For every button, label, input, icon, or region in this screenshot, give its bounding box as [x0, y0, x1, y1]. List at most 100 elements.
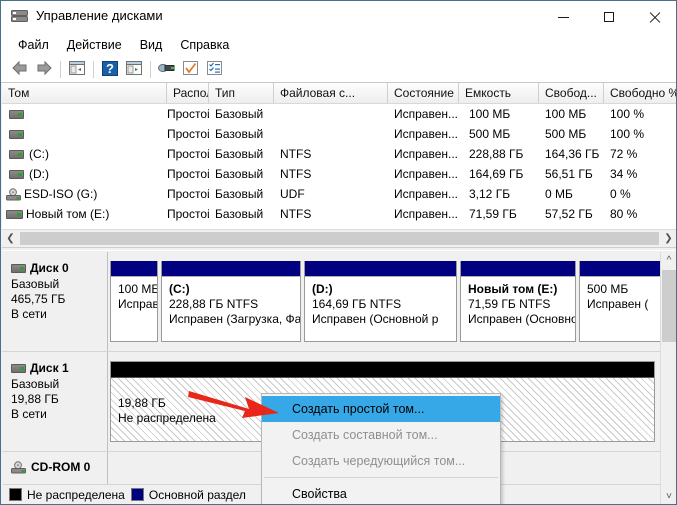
table-row[interactable]: Простой Базовый Исправен... 100 МБ 100 М…: [2, 104, 676, 124]
disk-info-1[interactable]: Диск 1 Базовый 19,88 ГБ В сети: [2, 352, 108, 451]
scroll-right-arrow-icon[interactable]: ❯: [660, 230, 676, 247]
question-mark-icon: ?: [102, 60, 118, 79]
disk-management-icon: [11, 9, 28, 24]
minimize-button[interactable]: [541, 1, 586, 33]
partition-0-3[interactable]: Новый том (E:) 71,59 ГБ NTFS Исправен (О…: [460, 261, 576, 342]
column-header-status[interactable]: Состояние: [388, 83, 459, 103]
disk-info-0[interactable]: Диск 0 Базовый 465,75 ГБ В сети: [2, 252, 108, 351]
partition-text: (D:) 164,69 ГБ NTFS Исправен (Основной р: [305, 277, 456, 327]
table-row[interactable]: (D:) Простой Базовый NTFS Исправен... 16…: [2, 164, 676, 184]
drive-icon: [9, 129, 24, 139]
cd-drive-icon: [6, 188, 22, 201]
volume-list-horizontal-scrollbar[interactable]: ❮ ❯: [2, 229, 676, 247]
disk-state-0: В сети: [11, 307, 47, 321]
partition-0-2[interactable]: (D:) 164,69 ГБ NTFS Исправен (Основной р: [304, 261, 457, 342]
partition-0-0[interactable]: 100 МБ Исправе: [110, 261, 158, 342]
show-hide-console-tree-button[interactable]: [65, 59, 89, 81]
table-row[interactable]: Простой Базовый Исправен... 500 МБ 500 М…: [2, 124, 676, 144]
scroll-down-arrow-icon[interactable]: ˅: [661, 488, 676, 504]
properties-button[interactable]: [203, 59, 227, 81]
cell-capacity: 3,12 ГБ: [469, 187, 511, 201]
table-row[interactable]: Новый том (E:) Простой Базовый NTFS Испр…: [2, 204, 676, 224]
partition-status: Исправен (: [587, 297, 649, 311]
cell-type: Базовый: [215, 127, 264, 141]
partition-text: (C:) 228,88 ГБ NTFS Исправен (Загрузка, …: [162, 277, 300, 327]
menu-action[interactable]: Действие: [58, 35, 131, 55]
ctx-create-spanned-volume[interactable]: Создать составной том...: [262, 422, 500, 448]
show-action-pane-button[interactable]: [122, 59, 146, 81]
table-row[interactable]: ESD-ISO (G:) Простой Базовый UDF Исправе…: [2, 184, 676, 204]
window-title: Управление дисками: [36, 8, 163, 23]
title-bar-left: Управление дисками: [11, 8, 163, 24]
close-icon: [648, 11, 660, 23]
column-header-layout[interactable]: Располо...: [167, 83, 209, 103]
hscroll-track[interactable]: [19, 230, 660, 246]
cell-type: Базовый: [215, 107, 264, 121]
cell-status: Исправен...: [394, 167, 459, 181]
svg-text:?: ?: [106, 61, 114, 76]
volume-label: ESD-ISO (G:): [24, 187, 98, 201]
cd-drive-icon: [11, 461, 27, 474]
legend-primary-partition[interactable]: Основной раздел: [130, 488, 246, 502]
menu-help[interactable]: Справка: [171, 35, 238, 55]
scroll-left-arrow-icon[interactable]: ❮: [2, 230, 19, 247]
partition-0-1[interactable]: (C:) 228,88 ГБ NTFS Исправен (Загрузка, …: [161, 261, 301, 342]
ctx-properties[interactable]: Свойства: [262, 481, 500, 504]
cell-status: Исправен...: [394, 187, 459, 201]
rescan-disks-button[interactable]: [179, 59, 203, 81]
close-button[interactable]: [631, 1, 676, 33]
forward-button[interactable]: [32, 59, 56, 81]
disk-management-window: Управление дисками Файл Действие Вид Спр…: [0, 0, 677, 505]
disk-type-0: Базовый: [11, 277, 60, 291]
menu-view[interactable]: Вид: [131, 35, 172, 55]
vscroll-thumb[interactable]: [662, 270, 676, 342]
partition-color-bar: [162, 261, 300, 277]
toolbar-separator-3: [150, 61, 151, 78]
ctx-create-striped-volume[interactable]: Создать чередующийся том...: [262, 448, 500, 474]
panel-splitter[interactable]: [2, 247, 676, 251]
action-pane-icon: [125, 60, 143, 79]
hscroll-thumb[interactable]: [20, 231, 659, 245]
disk-view-vertical-scrollbar[interactable]: ^ ˅: [660, 252, 676, 504]
column-header-type[interactable]: Тип: [209, 83, 274, 103]
cell-status: Исправен...: [394, 107, 459, 121]
connect-button[interactable]: [155, 59, 179, 81]
minimize-icon: [558, 16, 569, 18]
cell-status: Исправен...: [394, 207, 459, 221]
column-header-free[interactable]: Свобод...: [539, 83, 604, 103]
cell-filesystem: NTFS: [280, 207, 312, 221]
partition-0-4[interactable]: 500 МБ Исправен (: [579, 261, 660, 342]
drive-icon: [9, 109, 24, 119]
maximize-button[interactable]: [586, 1, 631, 33]
partition-status: Исправен (Загрузка, Фа: [169, 312, 300, 326]
list-properties-icon: [207, 60, 223, 79]
cell-free: 56,51 ГБ: [545, 167, 593, 181]
back-button[interactable]: [8, 59, 32, 81]
column-header-free-percent[interactable]: Свободно %: [604, 83, 676, 103]
partition-name: (D:): [312, 282, 333, 296]
cell-capacity: 500 МБ: [469, 127, 511, 141]
disk-row-0: Диск 0 Базовый 465,75 ГБ В сети 100 МБ И…: [2, 252, 660, 352]
partition-size: 71,59 ГБ NTFS: [468, 297, 551, 311]
partition-name: (C:): [169, 282, 190, 296]
ctx-create-simple-volume[interactable]: Создать простой том...: [262, 396, 500, 422]
column-header-filesystem[interactable]: Файловая с...: [274, 83, 388, 103]
cell-free-percent: 80 %: [610, 207, 638, 221]
column-header-capacity[interactable]: Емкость: [459, 83, 539, 103]
cell-capacity: 164,69 ГБ: [469, 167, 524, 181]
partition-color-bar: [111, 261, 157, 277]
legend-unallocated[interactable]: Не распределена: [9, 488, 125, 502]
table-row[interactable]: (C:) Простой Базовый NTFS Исправен... 22…: [2, 144, 676, 164]
menu-file[interactable]: Файл: [9, 35, 58, 55]
column-header-volume[interactable]: Том: [2, 83, 167, 103]
scroll-up-arrow-icon[interactable]: ^: [661, 252, 676, 269]
legend-swatch-unallocated: [9, 488, 22, 501]
disk-partitions-0: 100 МБ Исправе (C:) 228,88 ГБ NTFS Испра…: [108, 252, 660, 351]
context-menu: Создать простой том... Создать составной…: [261, 393, 501, 504]
partition-size: 500 МБ: [587, 282, 629, 296]
partition-size: 228,88 ГБ NTFS: [169, 297, 259, 311]
cell-volume: (D:): [2, 167, 167, 181]
cell-volume: ESD-ISO (G:): [2, 187, 167, 201]
volume-label: (C:): [29, 147, 49, 161]
help-button[interactable]: ?: [98, 59, 122, 81]
